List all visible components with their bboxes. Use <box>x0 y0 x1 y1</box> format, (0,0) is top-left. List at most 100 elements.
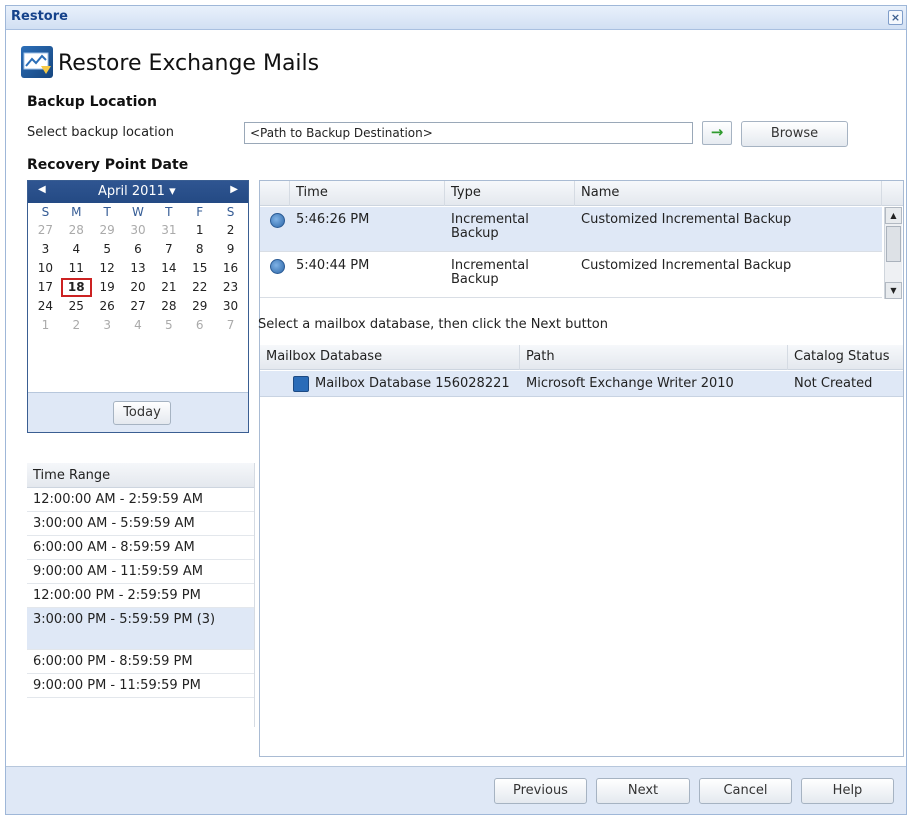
column-header-path[interactable]: Path <box>520 345 788 370</box>
calendar-day[interactable]: 24 <box>30 297 61 316</box>
column-header-catalog-status[interactable]: Catalog Status <box>788 345 904 370</box>
weekday-label: S <box>226 205 235 219</box>
calendar-day[interactable]: 14 <box>153 259 184 278</box>
time-range-item[interactable]: 9:00:00 PM - 11:59:59 PM <box>27 674 254 698</box>
calendar-day[interactable]: 29 <box>92 221 123 240</box>
time-range-header: Time Range <box>27 463 254 488</box>
recovery-point-time: 5:46:26 PM <box>296 212 370 227</box>
calendar-day[interactable]: 15 <box>184 259 215 278</box>
scroll-thumb[interactable] <box>886 226 901 262</box>
calendar-day[interactable]: 20 <box>123 278 154 297</box>
calendar-day[interactable]: 30 <box>215 297 246 316</box>
catalog-status: Not Created <box>794 376 873 391</box>
month-selector[interactable]: April 2011 ▾ <box>98 184 176 199</box>
cancel-button[interactable]: Cancel <box>699 778 792 804</box>
calendar-day[interactable]: 29 <box>184 297 215 316</box>
time-range-item[interactable]: 3:00:00 PM - 5:59:59 PM (3) <box>27 608 254 650</box>
recovery-point-row[interactable]: 5:40:44 PM Incremental Backup Customized I… <box>260 253 882 298</box>
calendar-day[interactable]: 23 <box>215 278 246 297</box>
calendar-day[interactable]: 6 <box>123 240 154 259</box>
previous-button[interactable]: Previous <box>494 778 587 804</box>
calendar-day[interactable]: 25 <box>61 297 92 316</box>
column-header-type[interactable]: Type <box>445 181 575 206</box>
time-range-item[interactable]: 9:00:00 AM - 11:59:59 AM <box>27 560 254 584</box>
calendar-day[interactable]: 7 <box>153 240 184 259</box>
weekday-label: T <box>103 205 111 219</box>
recovery-point-row[interactable]: 5:46:26 PM Incremental Backup Customized I… <box>260 207 882 252</box>
close-button[interactable]: × <box>888 10 903 25</box>
title-bar: Restore × <box>6 6 906 30</box>
calendar-day[interactable]: 2 <box>215 221 246 240</box>
month-label: April 2011 <box>98 184 165 199</box>
window-title: Restore <box>11 9 68 24</box>
calendar-day[interactable]: 8 <box>184 240 215 259</box>
next-button[interactable]: Next <box>596 778 690 804</box>
calendar-day[interactable]: 7 <box>215 316 246 335</box>
scroll-up-icon[interactable]: ▲ <box>885 207 902 224</box>
calendar-day[interactable]: 16 <box>215 259 246 278</box>
today-button[interactable]: Today <box>113 401 171 425</box>
weekday-label: T <box>165 205 173 219</box>
weekday-label: W <box>132 205 144 219</box>
recovery-points-scrollbar[interactable]: ▲ ▼ <box>884 207 902 299</box>
recovery-point-type: Incremental Backup <box>451 258 529 287</box>
calendar-day[interactable]: 28 <box>61 221 92 240</box>
calendar-day[interactable]: 22 <box>184 278 215 297</box>
backup-location-heading: Backup Location <box>27 94 157 110</box>
calendar-day[interactable]: 4 <box>123 316 154 335</box>
calendar-day[interactable]: 3 <box>92 316 123 335</box>
page-title: Restore Exchange Mails <box>58 51 320 76</box>
calendar-day[interactable]: 18 <box>60 278 92 297</box>
calendar-day[interactable]: 19 <box>92 278 123 297</box>
calendar-day[interactable]: 28 <box>153 297 184 316</box>
calendar-day[interactable]: 4 <box>61 240 92 259</box>
calendar-day[interactable]: 27 <box>123 297 154 316</box>
column-header-time[interactable]: Time <box>290 181 445 206</box>
calendar-day[interactable]: 5 <box>153 316 184 335</box>
backup-path-input[interactable] <box>244 122 693 144</box>
calendar-day[interactable]: 9 <box>215 240 246 259</box>
time-range-item[interactable]: 6:00:00 AM - 8:59:59 AM <box>27 536 254 560</box>
date-picker: ◀ April 2011 ▾ ▶ S M T W T F S 27 28 29 30 31 1 2 3 4 5 6… <box>27 180 249 433</box>
calendar-day[interactable]: 1 <box>184 221 215 240</box>
browse-button[interactable]: Browse <box>741 121 848 147</box>
go-arrow-button[interactable]: → <box>702 121 732 145</box>
calendar-day[interactable]: 12 <box>92 259 123 278</box>
backup-location-label: Select backup location <box>27 125 174 140</box>
calendar-day[interactable]: 1 <box>30 316 61 335</box>
column-header-name[interactable]: Name <box>575 181 882 206</box>
calendar-day[interactable]: 5 <box>92 240 123 259</box>
arrow-right-icon: → <box>710 123 724 141</box>
calendar-day[interactable]: 30 <box>123 221 154 240</box>
right-pane: Time Type Name 5:46:26 PM Incremental Bac… <box>259 180 904 757</box>
calendar-day[interactable]: 10 <box>30 259 61 278</box>
calendar-day[interactable]: 13 <box>123 259 154 278</box>
weekday-label: F <box>196 205 204 219</box>
column-header-mailbox-database[interactable]: Mailbox Database <box>260 345 520 370</box>
chevron-down-icon: ▾ <box>169 184 176 199</box>
calendar-day[interactable]: 31 <box>153 221 184 240</box>
calendar-day[interactable]: 2 <box>61 316 92 335</box>
calendar-day[interactable]: 27 <box>30 221 61 240</box>
calendar-day[interactable]: 3 <box>30 240 61 259</box>
calendar-day[interactable]: 21 <box>153 278 184 297</box>
calendar-day[interactable]: 6 <box>184 316 215 335</box>
time-range-item[interactable]: 12:00:00 AM - 2:59:59 AM <box>27 488 254 512</box>
calendar-day[interactable]: 26 <box>92 297 123 316</box>
calendar-day[interactable]: 17 <box>30 278 61 297</box>
mailbox-database-icon <box>293 376 309 392</box>
footer-bar: Previous Next Cancel Help <box>6 766 906 814</box>
help-button[interactable]: Help <box>801 778 894 804</box>
time-range-item[interactable]: 3:00:00 AM - 5:59:59 AM <box>27 512 254 536</box>
calendar-header: ◀ April 2011 ▾ ▶ <box>28 181 248 203</box>
next-month-icon[interactable]: ▶ <box>230 184 238 195</box>
mailbox-row[interactable]: Mailbox Database 156028221 Microsoft Exc… <box>260 371 903 397</box>
scroll-down-icon[interactable]: ▼ <box>885 282 902 299</box>
mailbox-header: Mailbox Database Path Catalog Status <box>260 345 903 370</box>
time-range-item[interactable]: 12:00:00 PM - 2:59:59 PM <box>27 584 254 608</box>
recovery-point-heading: Recovery Point Date <box>27 157 189 173</box>
calendar-day[interactable]: 11 <box>61 259 92 278</box>
prev-month-icon[interactable]: ◀ <box>38 184 46 195</box>
calendar-footer: Today <box>28 392 248 432</box>
time-range-item[interactable]: 6:00:00 PM - 8:59:59 PM <box>27 650 254 674</box>
